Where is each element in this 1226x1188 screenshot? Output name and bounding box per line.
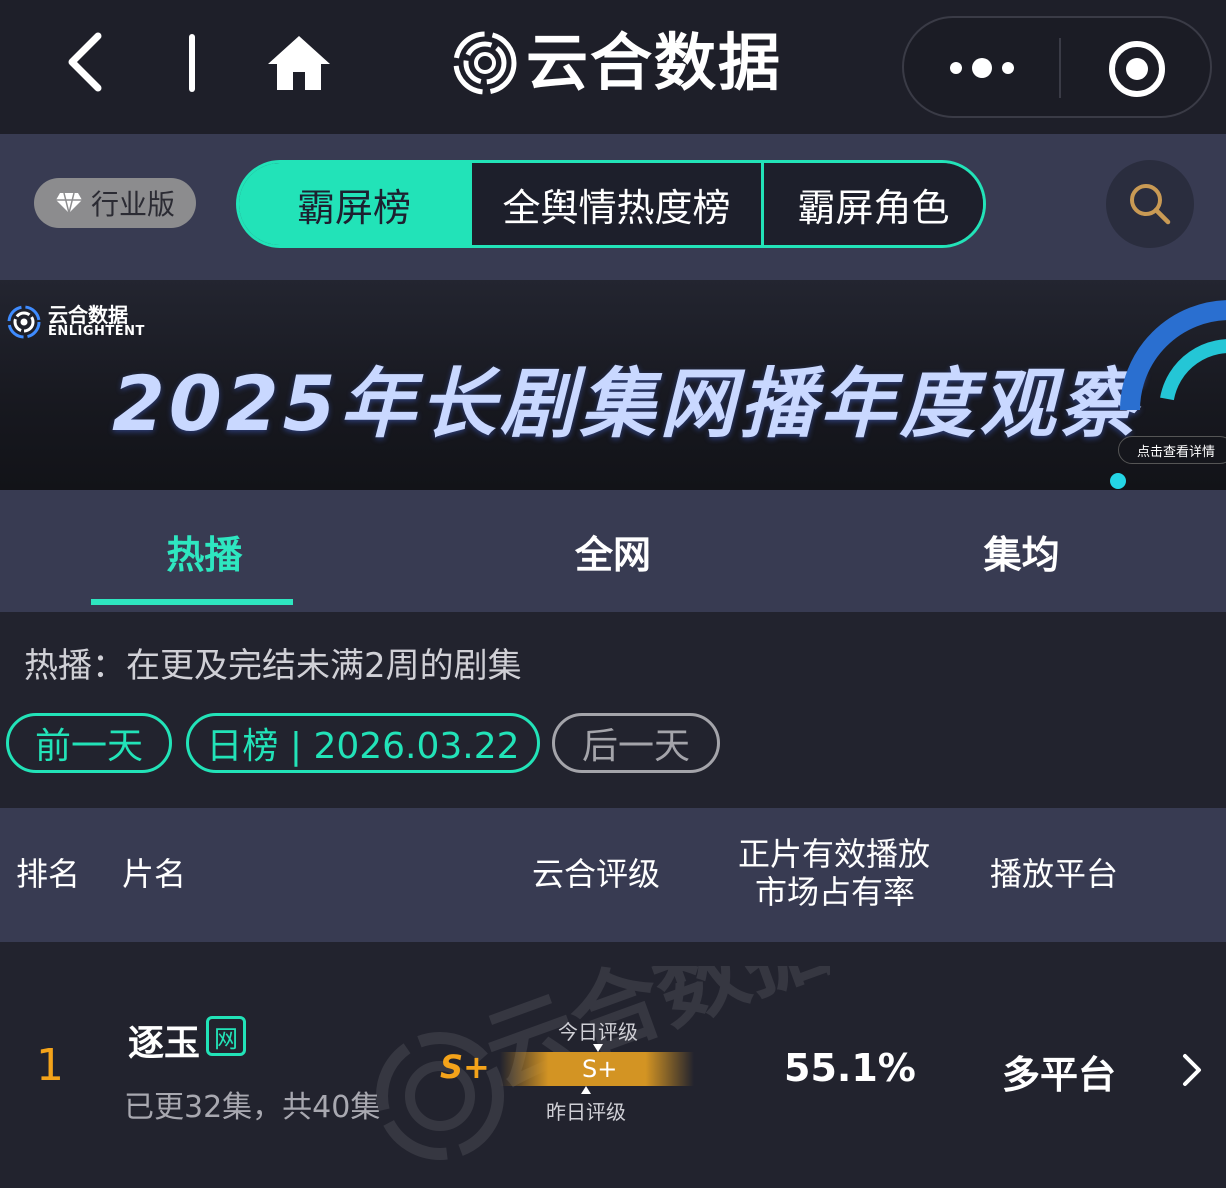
tab-all-network[interactable]: 全网 <box>409 490 818 612</box>
brand: 云合数据 <box>452 28 782 98</box>
yesterday-grade-marker <box>581 1086 591 1094</box>
row-grade: S+ <box>440 1048 490 1086</box>
header-title: 片名 <box>122 855 187 893</box>
home-icon[interactable] <box>266 32 332 94</box>
segment-public-opinion-ranking[interactable]: 全舆情热度榜 <box>469 163 761 245</box>
banner-detail-button[interactable]: 点击查看详情 <box>1118 436 1226 464</box>
brand-title: 云合数据 <box>526 26 783 99</box>
segment-screen-roles[interactable]: 霸屏角色 <box>761 163 983 245</box>
ranking-toolbar: 行业版 霸屏榜 全舆情热度榜 霸屏角色 <box>0 134 1226 280</box>
grade-bar-value: S+ <box>582 1055 618 1083</box>
banner-logo-en: ENLIGHTENT <box>48 324 145 339</box>
date-selector[interactable]: 日榜 | 2026.03.22 <box>186 713 540 773</box>
header-share-line1: 正片有效播放 <box>738 835 931 873</box>
row-title: 逐玉 <box>128 1023 201 1064</box>
back-icon[interactable] <box>62 30 118 94</box>
row-rank: 1 <box>36 1040 64 1091</box>
row-platform: 多平台 <box>1002 1053 1117 1097</box>
more-icon[interactable] <box>934 42 1034 94</box>
top-nav-bar: 云合数据 <box>0 0 1226 134</box>
banner-logo: 云合数据 ENLIGHTENT <box>6 304 145 340</box>
diamond-icon <box>55 192 82 214</box>
table-header: 排名 片名 云合评级 正片有效播放 市场占有率 播放平台 <box>0 808 1226 942</box>
chevron-right-icon[interactable] <box>1180 1050 1204 1090</box>
row-market-share: 55.1% <box>784 1046 916 1090</box>
tab-per-episode[interactable]: 集均 <box>817 490 1226 612</box>
today-grade-marker <box>593 1044 603 1052</box>
capsule-divider <box>1059 38 1061 98</box>
tab-active-indicator <box>91 599 293 605</box>
industry-edition-badge[interactable]: 行业版 <box>34 178 196 228</box>
nav-divider <box>189 34 195 92</box>
record-icon[interactable] <box>1104 36 1170 102</box>
mini-program-capsule <box>902 16 1212 118</box>
previous-day-button[interactable]: 前一天 <box>6 713 172 773</box>
ranking-segment-control: 霸屏榜 全舆情热度榜 霸屏角色 <box>236 160 986 248</box>
banner-logo-icon <box>7 305 41 339</box>
header-grade: 云合评级 <box>532 855 661 893</box>
banner-title: 2025年长剧集网播年度观察 <box>112 359 1140 448</box>
industry-edition-label: 行业版 <box>90 188 175 221</box>
today-grade-label: 今日评级 <box>558 1020 638 1044</box>
tab-hot[interactable]: 热播 <box>0 490 409 612</box>
header-platform: 播放平台 <box>990 855 1119 893</box>
header-rank: 排名 <box>16 855 81 893</box>
yesterday-grade-label: 昨日评级 <box>546 1100 626 1124</box>
row-episodes: 已更32集，共40集 <box>124 1090 381 1125</box>
table-row[interactable]: 云合数据 1 逐玉 网 已更32集，共40集 S+ 今日评级 S+ 昨日评级 5… <box>0 956 1226 1188</box>
banner-logo-cn: 云合数据 <box>48 303 128 327</box>
header-share-line2: 市场占有率 <box>755 873 916 911</box>
promo-banner[interactable]: 云合数据 ENLIGHTENT 2025年长剧集网播年度观察 点击查看详情 <box>0 280 1226 490</box>
next-day-button[interactable]: 后一天 <box>552 713 720 773</box>
segment-screen-ranking[interactable]: 霸屏榜 <box>239 163 469 245</box>
brand-logo-icon <box>453 31 517 95</box>
web-drama-tag: 网 <box>206 1016 246 1056</box>
list-description: 热播：在更及完结未满2周的剧集 <box>24 646 522 686</box>
list-type-tabs: 热播 全网 集均 <box>0 490 1226 612</box>
search-icon[interactable] <box>1106 160 1194 248</box>
